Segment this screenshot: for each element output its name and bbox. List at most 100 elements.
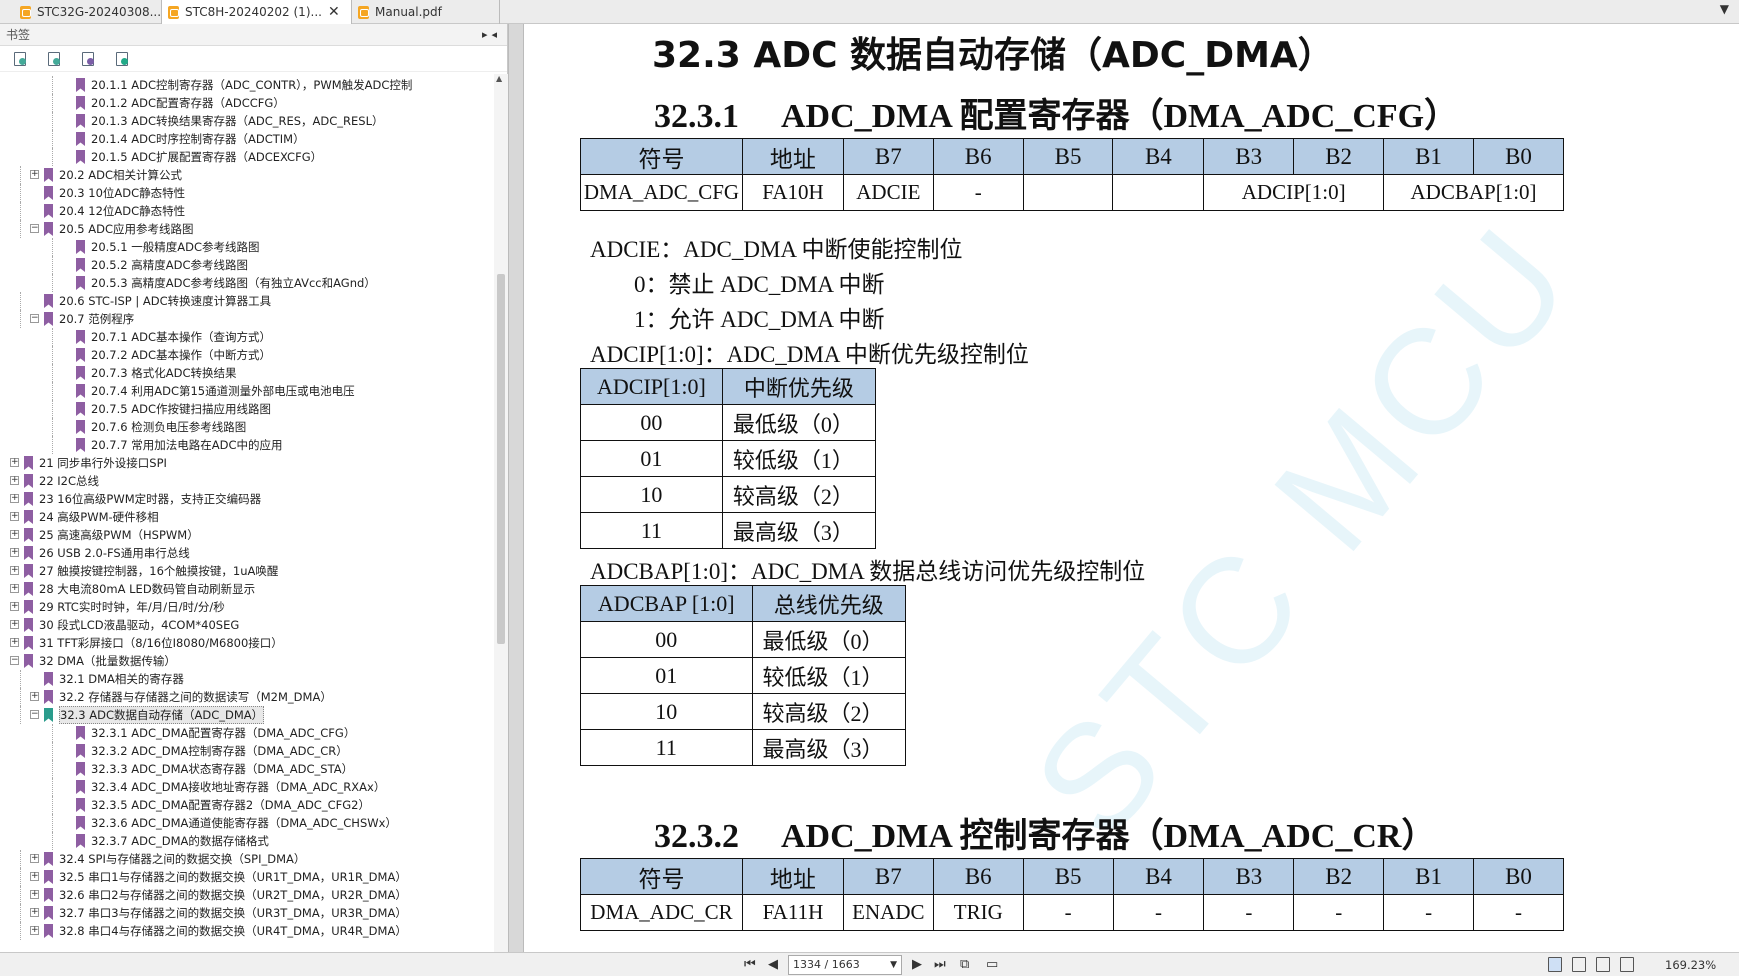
- close-icon[interactable]: ✕: [328, 4, 340, 20]
- bookmarks-scrollbar[interactable]: ▲ ▼: [494, 74, 508, 968]
- bookmark-item[interactable]: 23 16位高级PWM定时器，支持正交编码器: [24, 490, 261, 508]
- panel-splitter[interactable]: [508, 24, 524, 952]
- bookmark-item[interactable]: 20.5 ADC应用参考线路图: [44, 220, 194, 238]
- bookmark-item[interactable]: 32.3.7 ADC_DMA的数据存储格式: [76, 832, 269, 850]
- bookmark-item[interactable]: 20.7.1 ADC基本操作（查询方式）: [76, 328, 271, 346]
- expand-icon[interactable]: +: [10, 512, 19, 521]
- go-to-bookmark-icon[interactable]: [80, 51, 96, 67]
- single-page-view-icon[interactable]: [1548, 957, 1562, 972]
- bookmark-item[interactable]: 32.3.3 ADC_DMA状态寄存器（DMA_ADC_STA）: [76, 760, 353, 778]
- bookmark-item[interactable]: 32.1 DMA相关的寄存器: [44, 670, 184, 688]
- bookmark-item[interactable]: 27 触摸按键控制器，16个触摸按键，1uA唤醒: [24, 562, 278, 580]
- find-current-bookmark-icon[interactable]: [114, 51, 130, 67]
- collapse-icon[interactable]: −: [30, 710, 39, 719]
- bookmark-item[interactable]: 32.3 ADC数据自动存储（ADC_DMA）: [44, 706, 265, 724]
- bookmark-item[interactable]: 32.3.1 ADC_DMA配置寄存器（DMA_ADC_CFG）: [76, 724, 355, 742]
- expand-icon[interactable]: +: [30, 170, 39, 179]
- bookmark-item[interactable]: 22 I2C总线: [24, 472, 99, 490]
- bookmark-item[interactable]: 32.4 SPI与存储器之间的数据交换（SPI_DMA）: [44, 850, 305, 868]
- bookmark-item[interactable]: 29 RTC实时时钟，年/月/日/时/分/秒: [24, 598, 225, 616]
- expand-icon[interactable]: +: [30, 908, 39, 917]
- expand-icon[interactable]: +: [10, 602, 19, 611]
- bookmark-item[interactable]: 21 同步串行外设接口SPI: [24, 454, 167, 472]
- bookmark-item[interactable]: 32.3.6 ADC_DMA通道使能寄存器（DMA_ADC_CHSWx）: [76, 814, 397, 832]
- bookmark-item[interactable]: 32.8 串口4与存储器之间的数据交换（UR4T_DMA，UR4R_DMA）: [44, 922, 407, 940]
- table-cell: 11: [580, 729, 753, 766]
- expand-icon[interactable]: +: [30, 872, 39, 881]
- bookmark-item[interactable]: 24 高级PWM-硬件移相: [24, 508, 159, 526]
- bookmark-item[interactable]: 20.1.2 ADC配置寄存器（ADCCFG）: [76, 94, 285, 112]
- expand-icon[interactable]: +: [10, 584, 19, 593]
- bookmark-item[interactable]: 20.7.5 ADC作按键扫描应用线路图: [76, 400, 271, 418]
- bookmark-item[interactable]: 20.1.1 ADC控制寄存器（ADC_CONTR），PWM触发ADC控制: [76, 76, 412, 94]
- tab-stc32g[interactable]: STC32G-20240308...: [14, 0, 162, 24]
- bookmark-item[interactable]: 32.3.5 ADC_DMA配置寄存器2（DMA_ADC_CFG2）: [76, 796, 370, 814]
- expand-icon[interactable]: +: [10, 494, 19, 503]
- expand-icon[interactable]: +: [30, 890, 39, 899]
- expand-icon[interactable]: +: [10, 458, 19, 467]
- bookmark-item[interactable]: 20.1.4 ADC时序控制寄存器（ADCTIM）: [76, 130, 305, 148]
- bookmark-item[interactable]: 28 大电流80mA LED数码管自动刷新显示: [24, 580, 255, 598]
- bookmark-item[interactable]: 32.2 存储器与存储器之间的数据读写（M2M_DMA）: [44, 688, 332, 706]
- collapse-icon[interactable]: −: [10, 656, 19, 665]
- bookmark-item[interactable]: 20.4 12位ADC静态特性: [44, 202, 185, 220]
- first-page-icon[interactable]: ⏮: [744, 957, 756, 972]
- bookmark-item[interactable]: 20.7.3 格式化ADC转换结果: [76, 364, 236, 382]
- scroll-up-icon[interactable]: ▲: [496, 74, 502, 83]
- fit-width-icon[interactable]: ▭: [986, 957, 998, 972]
- bookmark-item[interactable]: 20.7.6 检测负电压参考线路图: [76, 418, 246, 436]
- next-page-icon[interactable]: ▶: [912, 957, 922, 972]
- bookmark-item[interactable]: 20.5.3 高精度ADC参考线路图（有独立AVcc和AGnd）: [76, 274, 376, 292]
- bookmark-item[interactable]: 20.5.1 一般精度ADC参考线路图: [76, 238, 259, 256]
- collapse-icon[interactable]: −: [30, 314, 39, 323]
- collapse-icon[interactable]: −: [30, 224, 39, 233]
- expand-all-icon[interactable]: [12, 51, 28, 67]
- expand-icon[interactable]: +: [10, 548, 19, 557]
- collapse-all-icon[interactable]: [46, 51, 62, 67]
- expand-icon[interactable]: +: [30, 926, 39, 935]
- zoom-level[interactable]: 169.23%: [1665, 958, 1716, 972]
- bookmark-item[interactable]: 20.3 10位ADC静态特性: [44, 184, 185, 202]
- scrollbar-thumb[interactable]: [497, 274, 505, 644]
- chevron-down-icon[interactable]: ▼: [1720, 2, 1729, 16]
- bookmark-item[interactable]: 31 TFT彩屏接口（8/16位I8080/M6800接口）: [24, 634, 283, 652]
- facing-view-icon[interactable]: [1596, 957, 1610, 972]
- bookmark-item[interactable]: 20.6 STC-ISP | ADC转换速度计算器工具: [44, 292, 271, 310]
- expand-icon[interactable]: +: [10, 620, 19, 629]
- bookmark-item[interactable]: 32.3.4 ADC_DMA接收地址寄存器（DMA_ADC_RXAx）: [76, 778, 385, 796]
- panel-controls[interactable]: ▸◂: [482, 28, 501, 41]
- facing-continuous-view-icon[interactable]: [1620, 957, 1634, 972]
- bookmark-item[interactable]: 30 段式LCD液晶驱动，4COM*40SEG: [24, 616, 239, 634]
- bookmark-item[interactable]: 20.7.2 ADC基本操作（中断方式）: [76, 346, 271, 364]
- bookmark-item[interactable]: 32.6 串口2与存储器之间的数据交换（UR2T_DMA，UR2R_DMA）: [44, 886, 407, 904]
- expand-icon[interactable]: +: [10, 638, 19, 647]
- bookmark-item[interactable]: 32.5 串口1与存储器之间的数据交换（UR1T_DMA，UR1R_DMA）: [44, 868, 407, 886]
- tab-stc8h[interactable]: STC8H-20240202 (1)... ✕: [162, 0, 352, 24]
- bookmark-item[interactable]: 32.7 串口3与存储器之间的数据交换（UR3T_DMA，UR3R_DMA）: [44, 904, 407, 922]
- bookmark-item[interactable]: 26 USB 2.0-FS通用串行总线: [24, 544, 190, 562]
- bookmark-item[interactable]: 20.7.4 利用ADC第15通道测量外部电压或电池电压: [76, 382, 355, 400]
- bookmark-item[interactable]: 20.2 ADC相关计算公式: [44, 166, 182, 184]
- bookmark-item[interactable]: 20.1.5 ADC扩展配置寄存器（ADCEXCFG）: [76, 148, 322, 166]
- bookmark-item[interactable]: 20.7 范例程序: [44, 310, 134, 328]
- continuous-view-icon[interactable]: [1572, 957, 1586, 972]
- bookmark-item[interactable]: 25 高速高级PWM（HSPWM）: [24, 526, 199, 544]
- tab-manual[interactable]: Manual.pdf: [352, 0, 500, 24]
- bookmark-icon: [24, 510, 33, 524]
- previous-page-icon[interactable]: ◀: [768, 957, 778, 972]
- expand-icon[interactable]: +: [10, 566, 19, 575]
- expand-icon[interactable]: +: [10, 530, 19, 539]
- expand-icon[interactable]: +: [30, 692, 39, 701]
- fit-page-icon[interactable]: ⧉: [960, 957, 969, 972]
- last-page-icon[interactable]: ⏭: [934, 957, 946, 972]
- expand-icon[interactable]: +: [10, 476, 19, 485]
- header-cell: B0: [1473, 858, 1564, 895]
- chevron-down-icon[interactable]: ▼: [890, 956, 897, 974]
- page-number-input[interactable]: 1334 / 1663 ▼: [788, 955, 902, 975]
- bookmark-item[interactable]: 20.7.7 常用加法电路在ADC中的应用: [76, 436, 282, 454]
- bookmark-item[interactable]: 32.3.2 ADC_DMA控制寄存器（DMA_ADC_CR）: [76, 742, 348, 760]
- expand-icon[interactable]: +: [30, 854, 39, 863]
- bookmark-item[interactable]: 20.1.3 ADC转换结果寄存器（ADC_RES，ADC_RESL）: [76, 112, 384, 130]
- bookmark-item[interactable]: 20.5.2 高精度ADC参考线路图: [76, 256, 248, 274]
- bookmark-item[interactable]: 32 DMA（批量数据传输）: [24, 652, 176, 670]
